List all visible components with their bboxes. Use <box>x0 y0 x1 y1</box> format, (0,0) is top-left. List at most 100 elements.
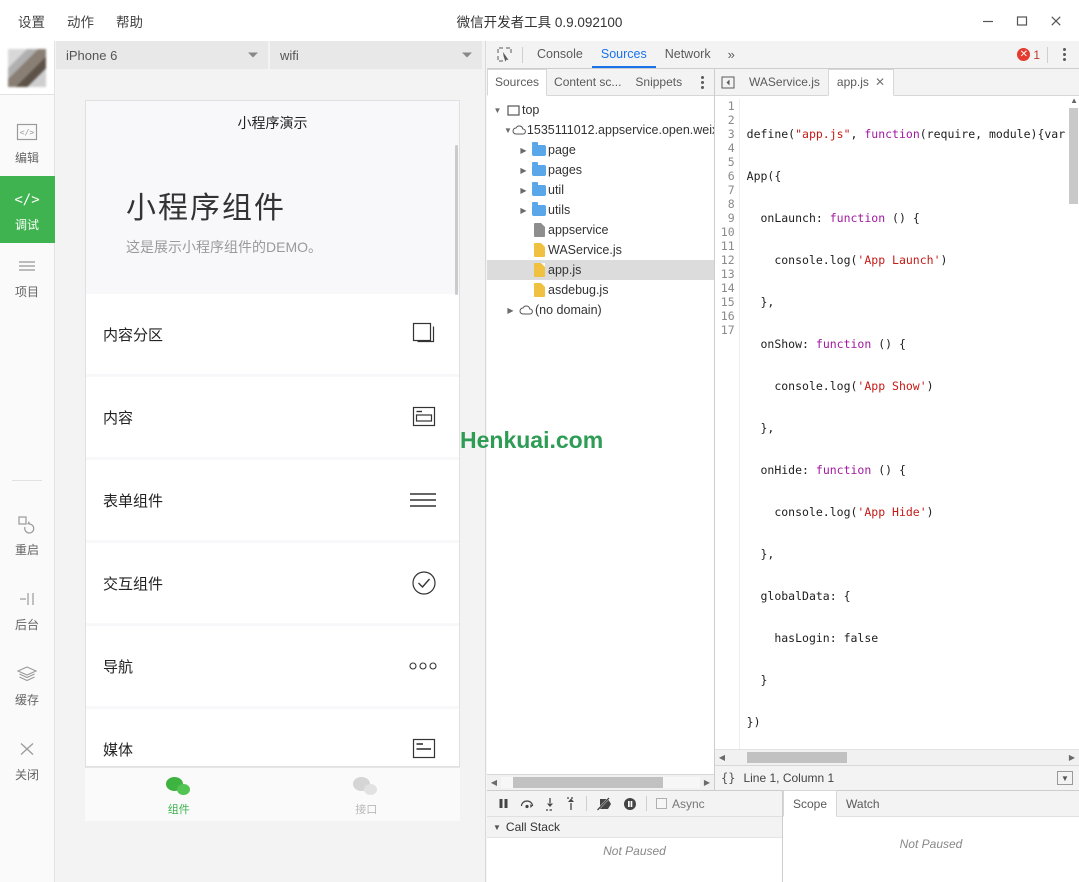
scope-panel: Scope Watch Not Paused <box>783 790 1079 882</box>
rail-item-edit[interactable]: </> 编辑 <box>0 109 55 176</box>
tree-row-util[interactable]: ▶ util <box>487 180 714 200</box>
editor-tab-waservice-js[interactable]: WAService.js <box>741 69 828 95</box>
list-item[interactable]: 媒体 <box>86 709 459 766</box>
line-number: 3 <box>727 127 735 141</box>
scrollbar-thumb[interactable] <box>1069 108 1078 204</box>
close-icon[interactable] <box>1039 5 1073 37</box>
navigator-horizontal-scrollbar[interactable]: ◀ ▶ <box>487 774 714 790</box>
tree-row-pages[interactable]: ▶ pages <box>487 160 714 180</box>
rail-item-background-label: 后台 <box>14 618 39 632</box>
deactivate-breakpoints-button[interactable] <box>596 796 614 811</box>
error-badge[interactable]: ✕ 1 <box>1017 48 1040 62</box>
close-icon[interactable]: ✕ <box>875 75 885 89</box>
scroll-right-icon[interactable]: ▶ <box>700 778 714 787</box>
code-editor[interactable]: 1 2 3 4 5 6 7 8 9 10 11 12 13 14 15 16 1… <box>715 96 1079 749</box>
tree-row-appservice[interactable]: appservice <box>487 220 714 240</box>
simulator-pane: iPhone 6 wifi 小程序演示 小程序组件 这是展示小程序组件的DEMO… <box>56 41 486 882</box>
simulator-toolbar: iPhone 6 wifi <box>56 41 486 69</box>
chevron-down-icon[interactable]: ▼ <box>504 126 512 135</box>
subtab-snippets[interactable]: Snippets <box>628 69 689 95</box>
line-number: 9 <box>727 211 735 225</box>
scrollbar-thumb[interactable] <box>747 752 847 763</box>
subtab-content-scripts[interactable]: Content sc... <box>547 69 628 95</box>
tab-watch[interactable]: Watch <box>837 791 889 817</box>
menu-actions[interactable]: 动作 <box>67 11 94 31</box>
scroll-left-icon[interactable]: ◀ <box>487 778 501 787</box>
scroll-left-icon[interactable]: ◀ <box>715 753 729 762</box>
devtools-tab-network[interactable]: Network <box>656 41 720 68</box>
code-line: }, <box>746 421 775 435</box>
step-into-button[interactable] <box>544 797 556 811</box>
scroll-up-icon[interactable]: ▲ <box>1070 96 1078 105</box>
call-stack-header[interactable]: ▼ Call Stack <box>487 817 782 838</box>
inspect-cursor-icon[interactable] <box>491 42 517 68</box>
rail-item-close[interactable]: 关闭 <box>0 722 55 797</box>
phone-scrollbar[interactable] <box>455 145 458 295</box>
tab-api[interactable]: 接口 <box>273 768 461 821</box>
tree-row-asdebug-js[interactable]: asdebug.js <box>487 280 714 300</box>
tree-row-page[interactable]: ▶ page <box>487 140 714 160</box>
rail-item-restart[interactable]: 重启 <box>0 497 55 572</box>
panel-collapse-icon[interactable] <box>715 76 741 89</box>
step-out-button[interactable] <box>565 796 577 811</box>
menu-settings[interactable]: 设置 <box>18 11 45 31</box>
folder-icon <box>530 181 548 196</box>
chevron-right-icon[interactable]: ▶ <box>504 306 517 315</box>
editor-vertical-scrollbar[interactable]: ▲ <box>1067 96 1079 749</box>
list-item-label: 内容分区 <box>103 326 164 344</box>
async-checkbox[interactable]: Async <box>656 797 705 811</box>
rail-item-debug[interactable]: </> 调试 <box>0 176 55 243</box>
scroll-right-icon[interactable]: ▶ <box>1065 753 1079 762</box>
chevron-right-icon[interactable]: ▶ <box>517 206 530 215</box>
phone-nav-bar: 小程序演示 <box>86 101 459 145</box>
rail-item-cache[interactable]: 缓存 <box>0 647 55 722</box>
list-item[interactable]: 表单组件 <box>86 460 459 540</box>
tree-row-waservice-js[interactable]: WAService.js <box>487 240 714 260</box>
tab-scope[interactable]: Scope <box>783 790 838 817</box>
kebab-menu-icon[interactable] <box>1055 48 1073 61</box>
chevron-right-icon[interactable]: ▶ <box>517 186 530 195</box>
tree-row-no-domain[interactable]: ▶ (no domain) <box>487 300 714 320</box>
devtools-tab-sources[interactable]: Sources <box>591 41 656 68</box>
rail-item-project[interactable]: 项目 <box>0 243 55 310</box>
kebab-menu-icon[interactable] <box>693 75 711 89</box>
devtools-tab-console[interactable]: Console <box>528 41 592 68</box>
pages-stack-icon <box>410 320 438 348</box>
device-select[interactable]: iPhone 6 <box>56 41 270 69</box>
svg-text:</>: </> <box>20 128 35 137</box>
list-item-label: 内容 <box>103 409 134 427</box>
file-js-icon <box>530 283 548 297</box>
three-dots-icon <box>408 660 438 672</box>
maximize-icon[interactable] <box>1005 5 1039 37</box>
tree-row-domain[interactable]: ▼ 1535111012.appservice.open.weix <box>487 120 714 140</box>
code-line: }) <box>746 715 761 729</box>
chevron-right-icon[interactable]: ▶ <box>517 146 530 155</box>
drawer-toggle-icon[interactable]: ▼ <box>1057 771 1073 785</box>
step-over-button[interactable] <box>519 797 535 810</box>
scrollbar-thumb[interactable] <box>513 777 663 788</box>
more-panels-icon[interactable]: » <box>720 47 743 62</box>
tree-row-top[interactable]: ▼ top <box>487 100 714 120</box>
subtab-sources[interactable]: Sources <box>487 68 548 96</box>
list-item[interactable]: 交互组件 <box>86 543 459 623</box>
checkbox-icon[interactable] <box>656 798 667 809</box>
chevron-down-icon[interactable]: ▼ <box>491 106 504 115</box>
editor-tab-app-js[interactable]: app.js ✕ <box>827 68 894 96</box>
editor-horizontal-scrollbar[interactable]: ◀ ▶ <box>715 749 1079 765</box>
rail-item-background[interactable]: 后台 <box>0 572 55 647</box>
pause-resume-button[interactable] <box>497 797 510 810</box>
menu-help[interactable]: 帮助 <box>116 11 143 31</box>
list-item[interactable]: 导航 <box>86 626 459 706</box>
minimize-icon[interactable] <box>971 5 1005 37</box>
tab-components[interactable]: 组件 <box>85 768 273 821</box>
list-item[interactable]: 内容分区 <box>86 294 459 374</box>
network-select[interactable]: wifi <box>270 41 484 69</box>
chevron-down-icon[interactable]: ▼ <box>493 823 501 832</box>
tree-row-app-js[interactable]: app.js <box>487 260 714 280</box>
format-icon[interactable]: {} <box>721 771 735 785</box>
line-number: 13 <box>720 267 735 281</box>
list-item[interactable]: 内容 <box>86 377 459 457</box>
pause-on-exceptions-button[interactable] <box>623 797 637 811</box>
chevron-right-icon[interactable]: ▶ <box>517 166 530 175</box>
tree-row-utils[interactable]: ▶ utils <box>487 200 714 220</box>
